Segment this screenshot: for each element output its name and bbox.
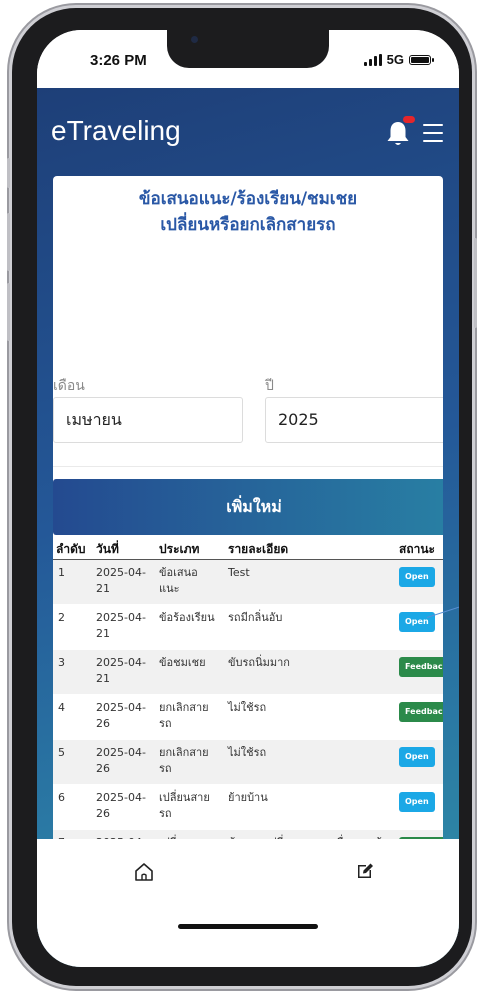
- status-bar: 3:26 PM 5G: [37, 30, 459, 88]
- divider: [53, 466, 443, 467]
- row-detail: ไม่ใช้รถ: [228, 701, 267, 714]
- content-card: ข้อเสนอแนะ/ร้องเรียน/ชมเชย เปลี่ยนหรือยก…: [53, 176, 443, 840]
- col-date: วันที่: [96, 542, 119, 556]
- table-row[interactable]: 3 2025-04-21 ข้อชมเชย ขับรถนิ่มมาก Feedback: [53, 650, 443, 695]
- row-date: 2025-04-21: [96, 566, 146, 595]
- status-badge: Open: [399, 792, 435, 812]
- volume-down-button: [7, 283, 10, 341]
- row-status: Feedback: [399, 702, 443, 722]
- table-row[interactable]: 2 2025-04-21 ข้อร้องเรียน รถมีกลิ่นอับ Open: [53, 605, 443, 650]
- row-type: ยกเลิกสายรถ: [159, 701, 209, 730]
- status-badge: Open: [399, 747, 435, 767]
- table-row[interactable]: 1 2025-04-21 ข้อเสนอแนะ Test Open: [53, 560, 443, 605]
- home-indicator: [178, 924, 318, 929]
- status-badge: Feedback: [399, 657, 443, 677]
- volume-up-button: [7, 213, 10, 271]
- row-detail: ไม่ใช้รถ: [228, 746, 267, 759]
- row-date: 2025-04-26: [96, 791, 146, 820]
- row-detail: Test: [228, 566, 250, 579]
- row-no: 3: [58, 656, 65, 669]
- battery-icon: [409, 54, 434, 65]
- row-no: 2: [58, 611, 65, 624]
- row-detail: ขับรถนิ่มมาก: [228, 656, 290, 669]
- row-status: Open: [399, 747, 435, 767]
- row-detail: รถมีกลิ่นอับ: [228, 611, 283, 624]
- row-no: 5: [58, 746, 65, 759]
- notification-badge: [403, 116, 415, 123]
- page-title: ข้อเสนอแนะ/ร้องเรียน/ชมเชย เปลี่ยนหรือยก…: [53, 186, 443, 238]
- mute-switch: [7, 158, 10, 188]
- row-no: 4: [58, 701, 65, 714]
- signal-icon: [363, 53, 382, 66]
- app-body: eTraveling ข้อเสนอแนะ/ร้องเรียน/ชมเชย เป…: [37, 88, 459, 967]
- row-date: 2025-04-26: [96, 701, 146, 730]
- row-type: เปลี่ยนสายรถ: [159, 791, 210, 820]
- row-detail: ย้ายบ้าน: [228, 791, 268, 804]
- status-badge: Open: [399, 567, 435, 587]
- status-time: 3:26 PM: [90, 52, 147, 69]
- table-row[interactable]: 4 2025-04-26 ยกเลิกสายรถ ไม่ใช้รถ Feedback: [53, 695, 443, 740]
- row-date: 2025-04-21: [96, 656, 146, 685]
- col-detail: รายละเอียด: [228, 542, 289, 556]
- app-header: eTraveling: [37, 88, 459, 176]
- table-row[interactable]: 6 2025-04-26 เปลี่ยนสายรถ ย้ายบ้าน Open: [53, 785, 443, 830]
- year-select[interactable]: 2025: [265, 397, 443, 443]
- row-date: 2025-04-26: [96, 746, 146, 775]
- camera-icon: [191, 36, 198, 43]
- power-button: [474, 238, 477, 328]
- phone-screen: 3:26 PM 5G eTraveling ข้อเสนอแนะ/ร้องเรี…: [37, 30, 459, 967]
- app-title: eTraveling: [51, 115, 181, 146]
- hamburger-menu-icon[interactable]: [423, 124, 443, 142]
- row-date: 2025-04-21: [96, 611, 146, 640]
- page-title-line1: ข้อเสนอแนะ/ร้องเรียน/ชมเชย: [138, 189, 358, 209]
- table-row[interactable]: 5 2025-04-26 ยกเลิกสายรถ ไม่ใช้รถ Open: [53, 740, 443, 785]
- table-header: ลำดับ วันที่ ประเภท รายละเอียด สถานะ: [53, 535, 443, 560]
- row-no: 6: [58, 791, 65, 804]
- edit-icon[interactable]: [355, 861, 375, 881]
- network-type: 5G: [386, 52, 404, 67]
- row-status: Open: [399, 792, 435, 812]
- row-type: ข้อชมเชย: [159, 656, 206, 669]
- row-type: ยกเลิกสายรถ: [159, 746, 209, 775]
- bottom-nav: [37, 839, 459, 967]
- table-body: 1 2025-04-21 ข้อเสนอแนะ Test Open 2 2025-04-21…: [53, 560, 443, 840]
- year-label: ปี: [265, 378, 274, 394]
- col-type: ประเภท: [159, 542, 200, 556]
- row-type: ข้อเสนอแนะ: [159, 566, 198, 595]
- row-type: ข้อร้องเรียน: [159, 611, 215, 624]
- row-no: 1: [58, 566, 65, 579]
- month-select[interactable]: เมษายน: [53, 397, 243, 443]
- month-label: เดือน: [53, 378, 85, 394]
- add-new-button[interactable]: เพิ่มใหม่: [53, 479, 443, 535]
- bell-icon[interactable]: [385, 120, 411, 148]
- home-icon[interactable]: [133, 861, 155, 883]
- notch: [167, 30, 329, 68]
- row-status: Open: [399, 567, 435, 587]
- col-status: สถานะ: [399, 542, 435, 556]
- row-status: Feedback: [399, 657, 443, 677]
- status-badge: Feedback: [399, 702, 443, 722]
- page-title-line2: เปลี่ยนหรือยกเลิกสายรถ: [160, 215, 336, 235]
- status-indicators: 5G: [363, 52, 434, 67]
- feedback-table: ลำดับ วันที่ ประเภท รายละเอียด สถานะ 1 20…: [53, 535, 443, 840]
- col-no: ลำดับ: [56, 542, 86, 556]
